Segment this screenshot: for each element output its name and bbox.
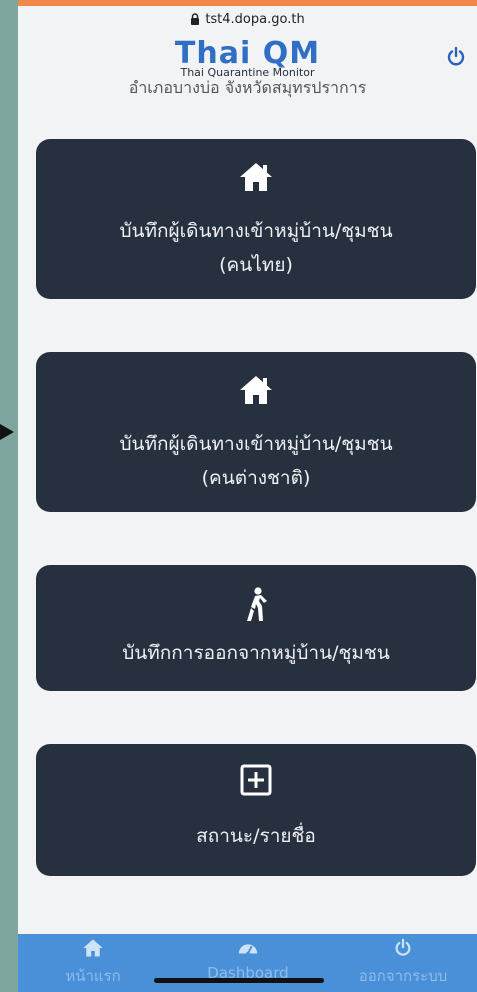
- dashboard-gauge-icon: [238, 944, 258, 956]
- home-icon: [36, 161, 476, 193]
- power-icon: [395, 938, 411, 956]
- card-label-line2: (คนไทย): [219, 254, 293, 276]
- card-label-line1: สถานะ/รายชื่อ: [196, 825, 316, 847]
- bottom-navigation-bar: หน้าแรก Dashboard ออกจากระบบ: [18, 934, 477, 992]
- card-record-entry-foreign[interactable]: บันทึกผู้เดินทางเข้าหมู่บ้าน/ชุมชน (คนต่…: [36, 352, 476, 512]
- power-icon[interactable]: [445, 46, 467, 68]
- url-text: tst4.dopa.go.th: [205, 11, 305, 27]
- walking-person-icon: [36, 587, 476, 623]
- phone-screen: tst4.dopa.go.th Thai QM อำเภอบางบ่อ จังห…: [18, 6, 477, 992]
- plus-square-icon: [36, 764, 476, 796]
- browser-url-bar[interactable]: tst4.dopa.go.th: [18, 6, 477, 32]
- left-background-rail: [0, 0, 18, 992]
- card-label-line1: บันทึกการออกจากหมู่บ้าน/ชุมชน: [122, 642, 390, 664]
- app-header: Thai QM อำเภอบางบ่อ จังหวัดสมุทรปราการ T…: [18, 32, 477, 112]
- home-icon: [83, 939, 103, 957]
- location-text: อำเภอบางบ่อ จังหวัดสมุทรปราการ: [128, 78, 367, 97]
- nav-item-dashboard[interactable]: Dashboard: [173, 938, 323, 982]
- nav-item-home[interactable]: หน้าแรก: [18, 938, 168, 988]
- card-record-exit[interactable]: บันทึกการออกจากหมู่บ้าน/ชุมชน: [36, 565, 476, 691]
- card-record-entry-thai[interactable]: บันทึกผู้เดินทางเข้าหมู่บ้าน/ชุมชน (คนไท…: [36, 139, 476, 299]
- nav-item-logout[interactable]: ออกจากระบบ: [328, 938, 477, 988]
- nav-home-label: หน้าแรก: [65, 967, 121, 985]
- card-label-line1: บันทึกผู้เดินทางเข้าหมู่บ้าน/ชุมชน: [119, 220, 393, 242]
- card-label-line1: บันทึกผู้เดินทางเข้าหมู่บ้าน/ชุมชน: [119, 433, 393, 455]
- pointer-arrow-icon: [0, 424, 14, 440]
- card-label-line2: (คนต่างชาติ): [201, 467, 311, 489]
- nav-logout-label: ออกจากระบบ: [358, 967, 448, 985]
- home-icon: [36, 374, 476, 406]
- home-indicator-bar: [154, 978, 324, 983]
- lock-icon: [191, 13, 200, 25]
- card-status-list[interactable]: สถานะ/รายชื่อ: [36, 744, 476, 876]
- brand-subtitle: Thai Quarantine Monitor: [180, 66, 315, 79]
